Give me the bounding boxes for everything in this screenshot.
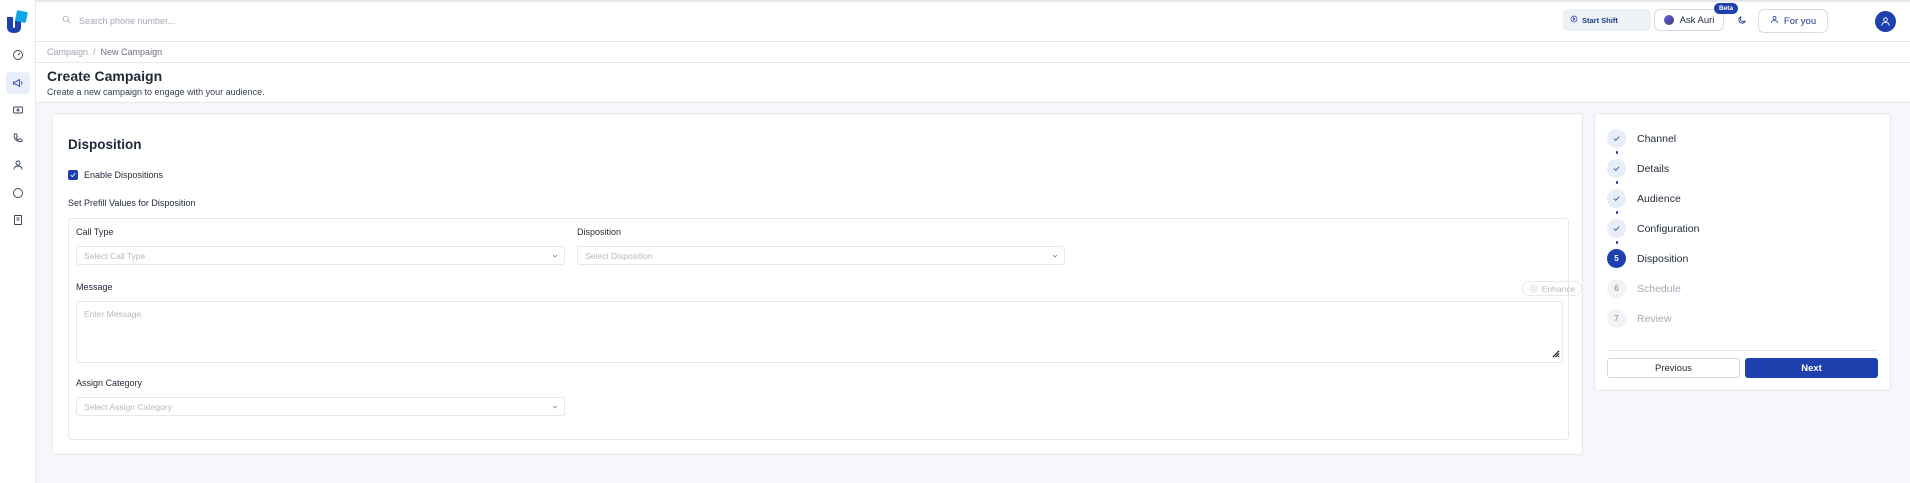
message-placeholder: Enter Message (84, 309, 142, 319)
app-logo[interactable] (5, 9, 29, 35)
section-title: Disposition (68, 137, 142, 152)
page-header: Create Campaign Create a new campaign to… (36, 63, 1910, 103)
chevron-down-icon (1051, 252, 1059, 262)
breadcrumb-separator: / (93, 47, 96, 57)
chat-bubble-icon[interactable] (6, 182, 30, 204)
for-you-button[interactable]: For you (1758, 9, 1828, 33)
step-number: 7 (1607, 309, 1626, 328)
start-shift-button[interactable]: Start Shift (1563, 9, 1651, 31)
disposition-placeholder: Select Disposition (585, 250, 653, 261)
check-icon (1607, 159, 1626, 178)
step-label: Channel (1637, 132, 1677, 145)
breadcrumb-bar: Campaign / New Campaign (36, 42, 1910, 63)
call-type-select[interactable]: Select Call Type (76, 246, 565, 265)
phone-icon[interactable] (6, 127, 30, 149)
enhance-toggle[interactable]: Enhance (1522, 281, 1582, 296)
start-shift-label: Start Shift (1582, 15, 1618, 25)
call-type-placeholder: Select Call Type (84, 250, 146, 261)
search-bar (62, 15, 379, 27)
step-details[interactable]: Details (1607, 159, 1669, 178)
sparkle-icon (1528, 284, 1538, 293)
prefill-values-box: Call Type Select Call Type Disposition S… (68, 218, 1582, 440)
resize-handle-icon[interactable] (1551, 349, 1560, 360)
step-label: Schedule (1637, 282, 1681, 295)
ticket-icon[interactable] (6, 99, 30, 121)
call-type-label: Call Type (76, 227, 114, 237)
next-button[interactable]: Next (1745, 358, 1878, 378)
check-icon (1607, 219, 1626, 238)
page-title: Create Campaign (47, 68, 163, 84)
auri-icon (1663, 15, 1674, 25)
disposition-select[interactable]: Select Disposition (577, 246, 1065, 265)
step-connector (1616, 241, 1618, 244)
user-outline-icon (1770, 15, 1779, 27)
user-icon[interactable] (6, 154, 30, 176)
step-audience[interactable]: Audience (1607, 189, 1681, 208)
page-subtitle: Create a new campaign to engage with you… (47, 87, 265, 97)
step-label: Configuration (1637, 222, 1700, 235)
enhance-label: Enhance (1541, 283, 1576, 294)
dark-mode-moon-icon[interactable] (1737, 15, 1747, 28)
step-label: Audience (1637, 192, 1681, 205)
divider (1607, 350, 1878, 351)
chevron-down-icon (551, 403, 559, 413)
step-disposition[interactable]: 5 Disposition (1607, 249, 1688, 268)
megaphone-campaign-icon[interactable] (6, 72, 30, 94)
search-icon (62, 15, 71, 27)
breadcrumb-campaign[interactable]: Campaign (47, 47, 88, 57)
sidebar (0, 0, 36, 483)
step-number: 5 (1607, 249, 1626, 268)
step-label: Review (1637, 312, 1672, 325)
breadcrumb-new-campaign: New Campaign (100, 47, 163, 57)
step-connector (1616, 151, 1618, 154)
assign-category-placeholder: Select Assign Category (84, 401, 172, 412)
prefill-label: Set Prefill Values for Disposition (68, 198, 196, 208)
message-textarea[interactable]: Enter Message (76, 301, 1563, 363)
assign-category-label: Assign Category (76, 378, 143, 388)
step-configuration[interactable]: Configuration (1607, 219, 1699, 238)
step-label: Details (1637, 162, 1670, 175)
for-you-label: For you (1783, 15, 1817, 27)
play-circle-icon (1570, 15, 1578, 25)
message-label: Message (76, 282, 113, 292)
enable-dispositions-label: Enable Dispositions (84, 170, 164, 180)
check-icon (1607, 129, 1626, 148)
step-number: 6 (1607, 279, 1626, 298)
dashboard-gauge-icon[interactable] (6, 44, 30, 66)
step-connector (1616, 181, 1618, 184)
step-channel[interactable]: Channel (1607, 129, 1676, 148)
avatar[interactable] (1875, 11, 1896, 32)
step-review[interactable]: 7 Review (1607, 309, 1671, 328)
enable-dispositions-checkbox[interactable] (68, 170, 78, 180)
chevron-down-icon (551, 252, 559, 262)
check-icon (1607, 189, 1626, 208)
previous-button[interactable]: Previous (1607, 358, 1740, 378)
report-book-icon[interactable] (6, 209, 30, 231)
step-schedule[interactable]: 6 Schedule (1607, 279, 1681, 298)
beta-badge: Beta (1714, 3, 1739, 14)
disposition-card: Disposition Enable Dispositions Set Pref… (52, 113, 1583, 455)
stepper-card: Channel Details Audience Configuration 5… (1594, 113, 1891, 391)
ask-auri-button[interactable]: Ask Auri (1654, 9, 1724, 31)
disposition-label: Disposition (577, 227, 622, 237)
enable-dispositions-row[interactable]: Enable Dispositions (68, 170, 163, 180)
search-input[interactable] (79, 16, 379, 26)
step-connector (1616, 211, 1618, 214)
ask-auri-label: Ask Auri (1679, 14, 1715, 26)
step-label: Disposition (1637, 252, 1689, 265)
breadcrumb: Campaign / New Campaign (47, 47, 162, 57)
assign-category-select[interactable]: Select Assign Category (76, 397, 565, 416)
